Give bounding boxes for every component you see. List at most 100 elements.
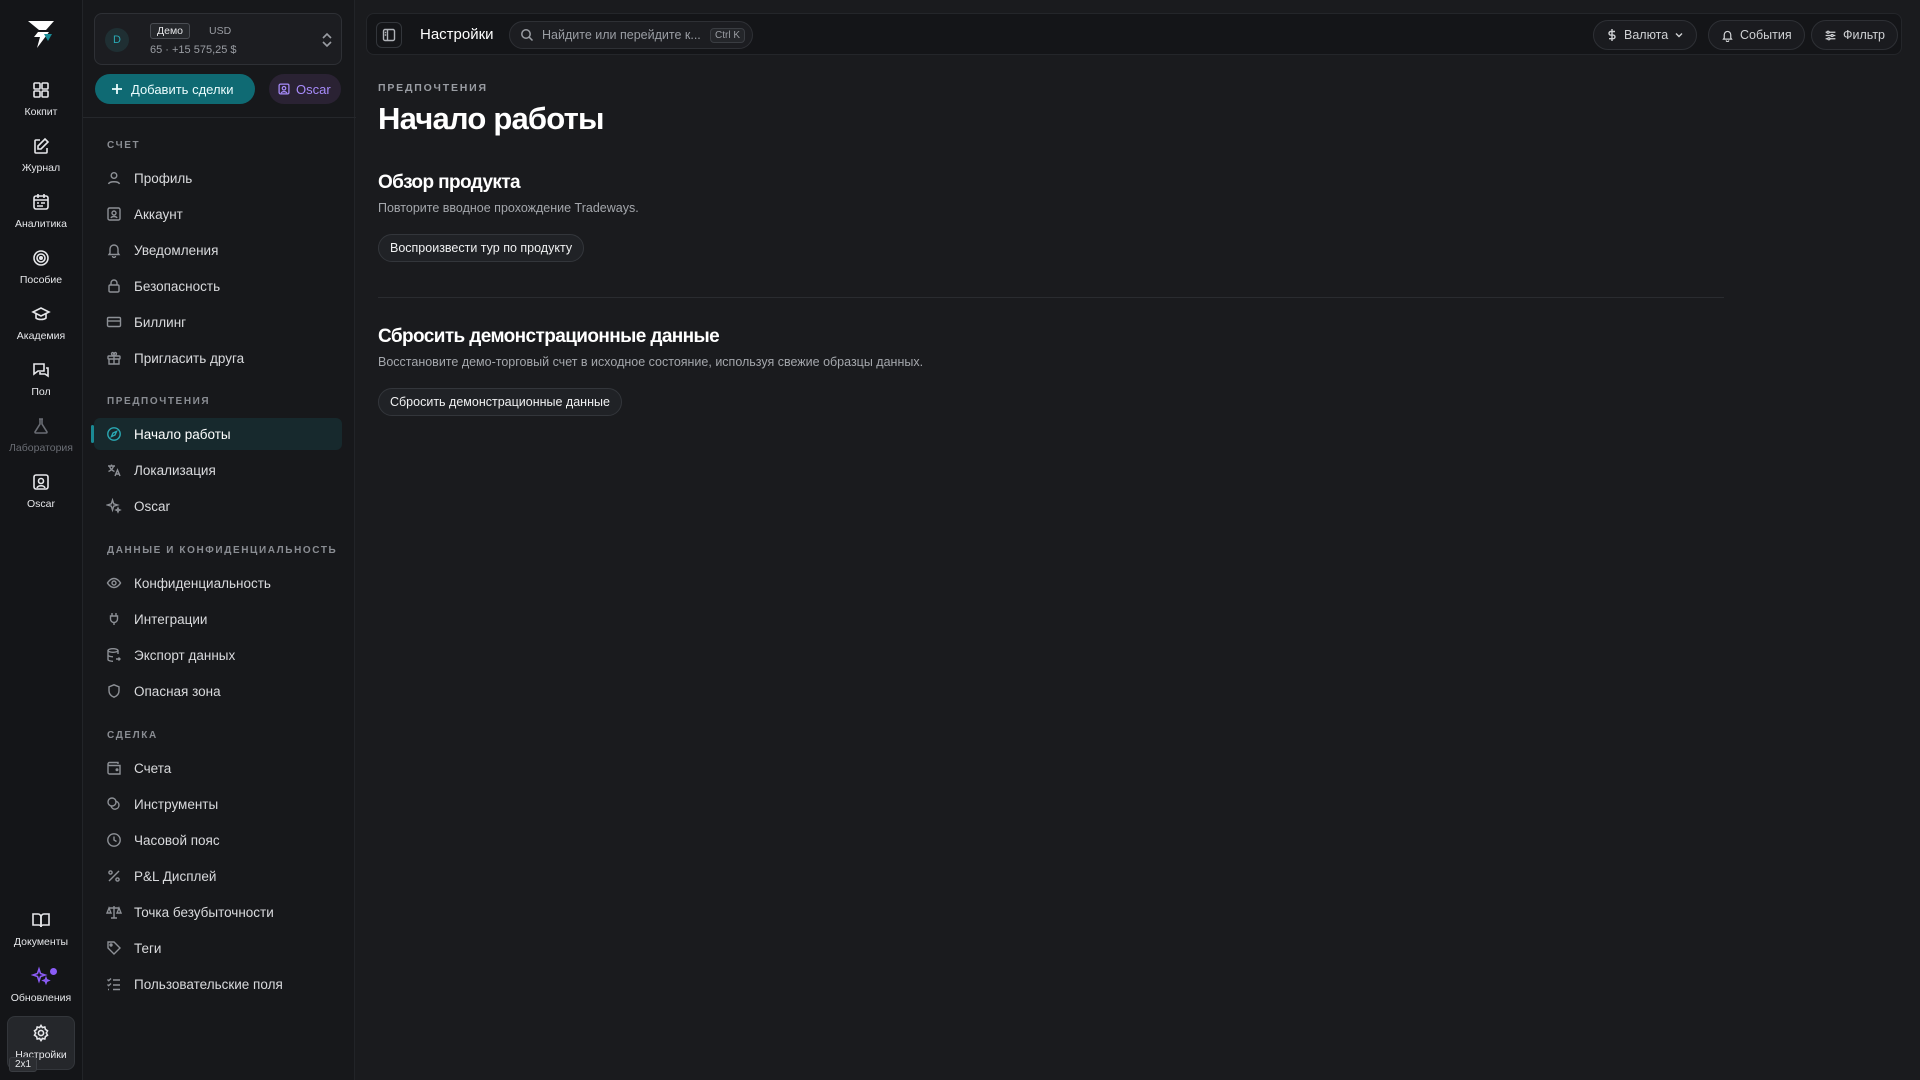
rail-item-cockpit[interactable]: Кокпит xyxy=(7,74,75,128)
zoom-badge: 2x1 xyxy=(9,1057,38,1072)
rail-label: Академия xyxy=(16,330,66,342)
section-header-data-privacy: Данные и конфиденциальность xyxy=(107,545,338,556)
sidebar-item-account[interactable]: Аккаунт xyxy=(94,198,342,230)
checklist-icon xyxy=(107,977,120,991)
sidebar-item-label: Интеграции xyxy=(134,611,208,627)
top-bar: Настройки Ctrl K Валюта События Фильтр xyxy=(366,13,1902,55)
account-balance: 65 · +15 575,25 $ xyxy=(150,44,237,56)
sidebar-item-oscar[interactable]: Oscar xyxy=(94,490,342,522)
rail-label: Пособие xyxy=(19,274,63,286)
sidebar-item-label: Биллинг xyxy=(134,314,187,330)
sidebar-item-security[interactable]: Безопасность xyxy=(94,270,342,302)
filter-button[interactable]: Фильтр xyxy=(1811,20,1898,50)
dollar-icon xyxy=(1608,29,1616,41)
percent-icon xyxy=(108,870,120,882)
credit-card-icon xyxy=(106,316,122,328)
sidebar-item-tags[interactable]: Теги xyxy=(94,932,342,964)
add-trades-button[interactable]: Добавить сделки xyxy=(95,74,255,104)
add-trades-label: Добавить сделки xyxy=(131,81,234,97)
sidebar-item-label: Пригласить друга xyxy=(134,350,245,366)
sidebar-item-label: P&L Дисплей xyxy=(134,868,217,884)
rail-label: Пол xyxy=(31,386,51,398)
search-box[interactable]: Ctrl K xyxy=(509,21,753,49)
rail-item-analytics[interactable]: Аналитика xyxy=(7,186,75,240)
rail-item-journal[interactable]: Журнал xyxy=(7,130,75,184)
oscar-portrait-icon xyxy=(33,474,49,490)
sidebar-item-breakeven[interactable]: Точка безубыточности xyxy=(94,896,342,928)
sidebar-item-notifications[interactable]: Уведомления xyxy=(94,234,342,266)
sidebar-item-timezone[interactable]: Часовой пояс xyxy=(94,824,342,856)
sidebar-item-pnl-display[interactable]: P&L Дисплей xyxy=(94,860,342,892)
sidebar-item-getting-started[interactable]: Начало работы xyxy=(91,418,342,450)
user-icon xyxy=(107,172,121,185)
reset-demo-button[interactable]: Сбросить демонстрационные данные xyxy=(378,388,622,416)
account-switcher[interactable]: D Демо USD 65 · +15 575,25 $ xyxy=(94,13,342,65)
settings-sidebar: D Демо USD 65 · +15 575,25 $ Добавить сд… xyxy=(82,0,356,1080)
database-export-icon xyxy=(107,648,121,662)
rail-item-updates[interactable]: Обновления xyxy=(7,960,75,1014)
plug-icon xyxy=(109,613,119,625)
sidebar-toggle-button[interactable] xyxy=(376,22,402,48)
sidebar-item-accounts[interactable]: Счета xyxy=(94,752,342,784)
oscar-button-label: Oscar xyxy=(296,81,331,97)
sidebar-item-label: Уведомления xyxy=(134,242,219,258)
breadcrumb: ПРЕДПОЧТЕНИЯ xyxy=(378,82,488,94)
journal-edit-icon xyxy=(34,137,50,154)
sidebar-item-label: Аккаунт xyxy=(134,206,183,222)
sidebar-item-billing[interactable]: Биллинг xyxy=(94,306,342,338)
search-icon xyxy=(521,29,534,42)
sidebar-item-profile[interactable]: Профиль xyxy=(94,162,342,194)
section-header-account: Счет xyxy=(107,140,141,151)
search-input[interactable] xyxy=(542,28,702,42)
sidebar-item-danger-zone[interactable]: Опасная зона xyxy=(94,675,342,707)
target-icon xyxy=(33,250,49,266)
oscar-portrait-icon xyxy=(278,83,290,95)
chevron-up-down-icon xyxy=(322,32,332,48)
sidebar-item-privacy[interactable]: Конфиденциальность xyxy=(94,567,342,599)
events-button[interactable]: События xyxy=(1708,20,1805,50)
updates-indicator-dot xyxy=(50,968,57,975)
tradeways-logo-icon[interactable] xyxy=(25,17,57,51)
flask-icon xyxy=(34,418,48,434)
sidebar-item-label: Oscar xyxy=(134,498,171,514)
rail-label: Лаборатория xyxy=(9,442,73,454)
chevron-down-icon xyxy=(1675,33,1683,38)
sidebar-item-invite[interactable]: Пригласить друга xyxy=(94,342,342,374)
lock-icon xyxy=(108,279,120,293)
rail-item-floor[interactable]: Пол xyxy=(7,354,75,408)
sidebar-item-custom-fields[interactable]: Пользовательские поля xyxy=(94,968,342,1000)
rail-item-academy[interactable]: Академия xyxy=(7,298,75,352)
id-card-icon xyxy=(107,207,121,221)
currency-button[interactable]: Валюта xyxy=(1593,20,1698,50)
rail-item-playbook[interactable]: Пособие xyxy=(7,242,75,296)
rail-item-docs[interactable]: Документы xyxy=(7,904,75,958)
tag-icon xyxy=(107,941,121,955)
sidebar-item-data-export[interactable]: Экспорт данных xyxy=(94,639,342,671)
product-tour-description: Повторите вводное прохождение Tradeways. xyxy=(378,201,639,215)
sidebar-item-label: Часовой пояс xyxy=(134,832,220,848)
sidebar-item-label: Счета xyxy=(134,760,172,776)
sidebar-item-label: Точка безубыточности xyxy=(134,904,274,920)
panel-left-icon xyxy=(382,28,396,42)
sidebar-item-label: Конфиденциальность xyxy=(134,575,271,591)
sidebar-item-localization[interactable]: Локализация xyxy=(94,454,342,486)
sparkles-icon xyxy=(31,966,51,986)
calendar-analytics-icon xyxy=(33,194,49,210)
section-divider xyxy=(378,297,1724,298)
sidebar-item-instruments[interactable]: Инструменты xyxy=(94,788,342,820)
rail-item-oscar[interactable]: Oscar xyxy=(7,466,75,520)
rail-label: Журнал xyxy=(21,162,61,174)
oscar-button[interactable]: Oscar xyxy=(269,74,341,104)
sidebar-item-label: Локализация xyxy=(134,462,216,478)
replay-tour-button[interactable]: Воспроизвести тур по продукту xyxy=(378,234,585,262)
bell-icon xyxy=(1722,30,1733,42)
book-icon xyxy=(32,913,50,928)
sliders-icon xyxy=(1825,30,1836,40)
sidebar-item-integrations[interactable]: Интеграции xyxy=(94,603,342,635)
graduation-cap-icon xyxy=(31,307,51,321)
translate-icon xyxy=(108,464,121,477)
page-header-title: Настройки xyxy=(420,26,494,43)
product-tour-title: Обзор продукта xyxy=(378,172,521,193)
events-label: События xyxy=(1740,28,1792,42)
rail-item-lab[interactable]: Лаборатория xyxy=(7,410,75,464)
